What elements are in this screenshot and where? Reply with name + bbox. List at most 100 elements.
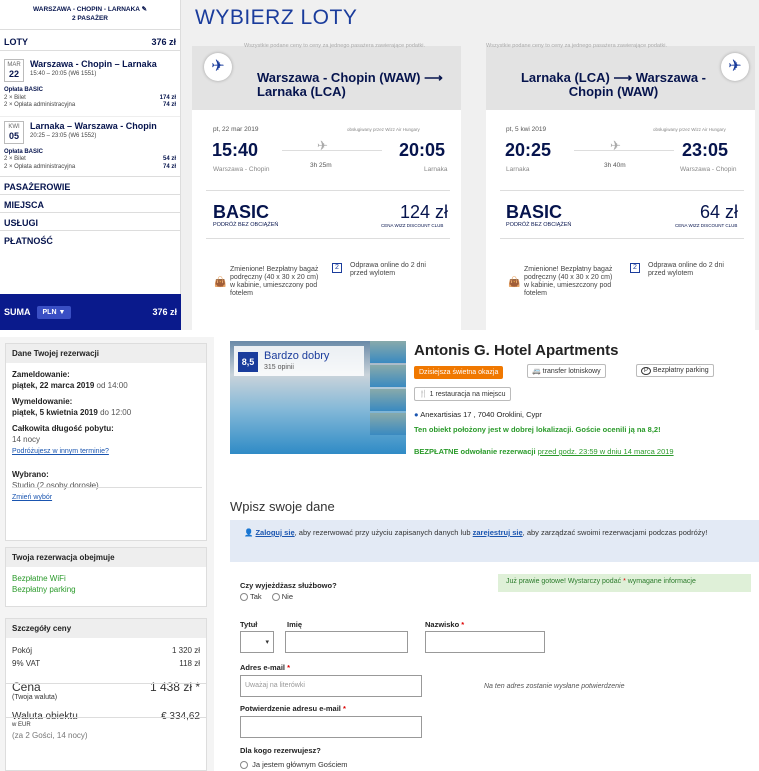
price-note: Wszystkie podane ceny to ceny za jednego…: [244, 43, 425, 49]
login-text: , aby rezerwować przy użyciu zapisanych …: [294, 528, 473, 537]
email-confirm-input[interactable]: [240, 716, 422, 738]
change-selection-link[interactable]: Zmień wybór: [12, 494, 52, 501]
outbound-flight-card[interactable]: Wszystkie podane ceny to ceny za jednego…: [192, 43, 461, 330]
parking-badge: Bezpłatny parking: [652, 367, 709, 374]
edit-icon[interactable]: ✎: [142, 6, 147, 13]
first-name-label: Imię: [287, 620, 303, 629]
flights-total: 376 zł: [151, 37, 176, 47]
ready-banner: Już prawie gotowe! Wystarczy podać * wym…: [498, 574, 751, 592]
location-pin-icon: ●: [414, 410, 419, 419]
checkin-time: od 14:00: [96, 381, 128, 390]
main-guest-radio[interactable]: [240, 761, 248, 770]
main-guest-label: Ja jestem głównym Gościem: [252, 760, 348, 769]
room-price: 1 320 zł: [171, 646, 200, 655]
hotel-thumbnail[interactable]: [370, 413, 406, 435]
flight-date: pt, 22 mar 2019: [213, 126, 259, 133]
checkin-date: piątek, 22 marca 2019: [12, 381, 95, 390]
page-title: WYBIERZ LOTY: [195, 6, 358, 29]
flights-section-header: LOTY 376 zł: [0, 37, 180, 47]
first-name-input[interactable]: [285, 631, 408, 653]
accordion-passengers[interactable]: PASAŻEROWIE: [0, 176, 180, 194]
feature-bag: Zmienione! Bezpłatny bagaż podręczny (40…: [230, 266, 319, 297]
return-flight-card[interactable]: Wszystkie podane ceny to ceny za jednego…: [486, 43, 755, 330]
ready-text: Już prawie gotowe! Wystarczy podać: [506, 578, 622, 585]
no-label: Nie: [281, 592, 294, 601]
outbound-flight: MAR 22 Warszawa - Chopin – Larnaka 15:40 –…: [0, 59, 180, 82]
route-header[interactable]: WARSZAWA - CHOPIN - LARNAKA ✎ 2 PASAŻER: [0, 0, 180, 30]
checkout-date: piątek, 5 kwietnia 2019: [12, 408, 98, 417]
arrival-city: Larnaka: [424, 166, 448, 173]
checkin-label: Zameldowanie:: [12, 370, 70, 379]
accordion-services[interactable]: USŁUGI: [0, 212, 180, 230]
feature-bag: Zmienione! Bezpłatny bagaż podręczny (40…: [524, 266, 613, 297]
flight-title: Larnaka – Warszawa - Chopin: [30, 120, 157, 131]
flight-title: Warszawa - Chopin – Larnaka: [30, 59, 157, 69]
bag-icon: 👜: [214, 277, 227, 288]
passenger-count: 2 PASAŻER: [72, 15, 108, 22]
airplane-icon: ✈: [721, 53, 749, 81]
business-no-radio[interactable]: [271, 593, 280, 602]
fare-label: Opłata BASIC: [4, 87, 44, 93]
stay-length: 14 nocy: [12, 435, 41, 444]
box-header: Szczegóły ceny: [6, 619, 206, 638]
route-title: Larnaka (LCA) ⟶ Warszawa - Chopin (WAW): [520, 70, 707, 99]
local-currency-code: w EUR: [12, 722, 31, 728]
plane-small-icon: ✈: [610, 138, 621, 153]
fare-name: BASIC: [213, 202, 270, 222]
airplane-icon: ✈: [204, 53, 232, 81]
chosen-room: Studio (2 osoby dorosłe): [12, 481, 99, 490]
departure-time: 15:40: [212, 140, 259, 160]
box-header: Dane Twojej rezerwacji: [6, 344, 206, 363]
fare-row-value: 174 zł: [159, 94, 176, 101]
hotel-thumbnail[interactable]: [370, 389, 406, 411]
accordion-payment[interactable]: PŁATNOŚĆ: [0, 230, 180, 248]
login-link[interactable]: Zaloguj się: [255, 528, 294, 537]
hotel-sidebar: Dane Twojej rezerwacji Zameldowanie: pią…: [0, 337, 214, 771]
checkout-label: Wymeldowanie:: [12, 397, 73, 406]
hotel-thumbnail[interactable]: [370, 365, 406, 387]
fare-row-label: 2 × Opłata administracyjna: [4, 102, 76, 108]
included-wifi: Bezpłatne WiFi: [12, 574, 66, 583]
departure-city: Warszawa - Chopin: [213, 166, 270, 173]
room-label: Pokój: [12, 646, 33, 655]
discount-club-note: CENA WIZZ DISCOUNT CLUB: [381, 223, 444, 228]
booking-summary-panel: WARSZAWA - CHOPIN - LARNAKA ✎ 2 PASAŻER …: [0, 0, 181, 330]
register-link[interactable]: zarejestruj się: [473, 528, 523, 537]
plane-small-icon: ✈: [317, 138, 328, 153]
last-name-input[interactable]: [425, 631, 545, 653]
email-input[interactable]: Uważaj na literówki: [240, 675, 422, 697]
currency-select[interactable]: PLN ▼: [36, 305, 72, 319]
discount-club-note: CENA WIZZ DISCOUNT CLUB: [675, 223, 738, 228]
hotel-thumbnail[interactable]: [370, 341, 406, 363]
total-amount: 376 zł: [152, 307, 177, 317]
fare-price: 64 zł: [700, 202, 739, 222]
review-count[interactable]: 315 opinii: [264, 364, 294, 371]
fare-row-label: 2 × Bilet: [4, 156, 26, 162]
arrival-city: Warszawa - Chopin: [680, 166, 737, 173]
return-flight: KWI 05 Larnaka – Warszawa - Chopin 20:25 –…: [0, 115, 180, 144]
login-text: , aby zarządzać swoimi rezerwacjami podc…: [522, 528, 708, 537]
fare-subtitle: PODRÓŻ BEZ OBCIĄŻEŃ: [506, 222, 572, 228]
arrival-time: 23:05: [682, 140, 729, 160]
free-cancel-label: BEZPŁATNE odwołanie rezerwacji: [414, 447, 536, 456]
departure-city: Larnaka: [506, 166, 530, 173]
guests-nights: (za 2 Gości, 14 nocy): [12, 731, 88, 740]
fare-label: Opłata BASIC: [4, 148, 44, 155]
title-select[interactable]: ▾: [240, 631, 274, 653]
last-name-label: Nazwisko: [425, 620, 460, 629]
box-header: Twoja rezerwacja obejmuje: [6, 548, 206, 567]
yes-label: Tak: [250, 592, 262, 601]
accordion-seats[interactable]: MIEJSCA: [0, 194, 180, 212]
fare-price: 124 zł: [400, 202, 449, 222]
fare-row-value: 54 zł: [162, 156, 176, 162]
flights-label: LOTY: [4, 37, 28, 47]
other-dates-link[interactable]: Podróżujesz w innym terminie?: [12, 448, 109, 455]
fare-subtitle: PODRÓŻ BEZ OBCIĄŻEŃ: [213, 222, 279, 228]
deal-badge: Dzisiejsza świetna okazja: [414, 366, 504, 379]
operator: obsługiwany przez Wizz Air Hungary: [347, 127, 420, 132]
business-yes-radio[interactable]: [240, 593, 248, 602]
free-cancel-deadline[interactable]: przed godz. 23:59 w dniu 14 marca 2019: [538, 447, 674, 456]
total-bar: SUMA PLN ▼ 376 zł: [0, 294, 181, 330]
currency-note: (Twoja waluta): [12, 694, 58, 701]
operator: obsługiwany przez Wizz Air Hungary: [653, 127, 726, 132]
